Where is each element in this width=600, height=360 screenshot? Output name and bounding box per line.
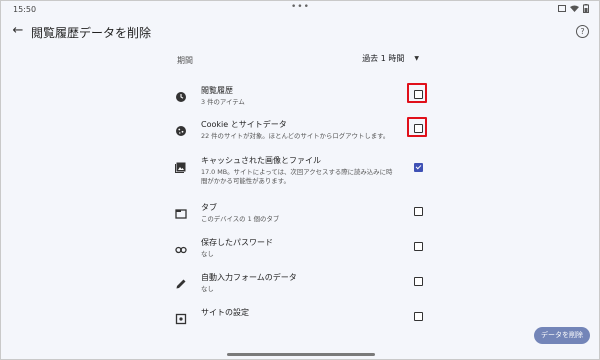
option-site-settings[interactable]: サイトの設定: [173, 307, 433, 341]
option-title: キャッシュされた画像とファイル: [201, 156, 321, 165]
dropdown-caret-icon: ▼: [414, 55, 419, 62]
option-text: 自動入力フォームのデータ なし: [201, 272, 397, 294]
cached-images-checkbox[interactable]: [414, 163, 423, 172]
time-range-value: 過去 1 時間: [362, 54, 405, 63]
option-subtitle: 17.0 MB。サイトによっては、次回アクセスする際に読み込みに時間がかかる可能…: [201, 168, 393, 185]
option-text: Cookie とサイトデータ 22 件のサイトが対象。ほとんどのサイトからログア…: [201, 119, 397, 141]
option-text: タブ このデバイスの 1 個のタブ: [201, 202, 397, 224]
settings-icon: [175, 313, 187, 325]
gesture-nav-bar[interactable]: [227, 353, 375, 356]
option-browsing-history[interactable]: 閲覧履歴 3 件のアイテム: [173, 83, 433, 119]
tabs-checkbox[interactable]: [414, 207, 423, 216]
option-tabs[interactable]: タブ このデバイスの 1 個のタブ: [173, 202, 433, 236]
status-bar: 15:50 •••: [1, 1, 599, 17]
page-title: 閲覧履歴データを削除: [31, 26, 152, 40]
option-text: 保存したパスワード なし: [201, 237, 397, 259]
option-saved-passwords[interactable]: 保存したパスワード なし: [173, 237, 433, 271]
option-subtitle: なし: [201, 250, 214, 258]
saved-passwords-checkbox[interactable]: [414, 242, 423, 251]
time-range-label: 期間: [177, 56, 193, 65]
option-title: サイトの設定: [201, 308, 249, 317]
option-cookies[interactable]: Cookie とサイトデータ 22 件のサイトが対象。ほとんどのサイトからログア…: [173, 117, 433, 153]
option-text: 閲覧履歴 3 件のアイテム: [201, 85, 397, 107]
system-icons: [558, 4, 589, 13]
back-arrow-icon[interactable]: ←: [10, 23, 26, 39]
option-title: 自動入力フォームのデータ: [201, 273, 297, 282]
delete-data-button[interactable]: データを削除: [534, 327, 590, 344]
option-subtitle: 3 件のアイテム: [201, 98, 245, 106]
site-settings-checkbox[interactable]: [414, 312, 423, 321]
screen: 15:50 ••• ← 閲覧履歴データを削除 ? 期間 過去 1 時間 ▼ 閲覧…: [0, 0, 600, 360]
option-subtitle: 22 件のサイトが対象。ほとんどのサイトからログアウトします。: [201, 132, 390, 140]
option-title: Cookie とサイトデータ: [201, 120, 287, 129]
browsing-history-checkbox[interactable]: [414, 90, 423, 99]
time-range-row: 期間 過去 1 時間 ▼: [177, 53, 427, 69]
tab-icon: [175, 209, 187, 219]
status-time: 15:50: [13, 5, 37, 14]
option-text: サイトの設定: [201, 307, 397, 318]
image-icon: [175, 162, 186, 173]
battery-icon: [583, 4, 589, 13]
option-title: 閲覧履歴: [201, 86, 233, 95]
time-range-dropdown[interactable]: 過去 1 時間 ▼: [362, 53, 419, 64]
cookies-checkbox[interactable]: [414, 124, 423, 133]
key-icon: [175, 246, 187, 254]
option-autofill[interactable]: 自動入力フォームのデータ なし: [173, 272, 433, 306]
option-title: 保存したパスワード: [201, 238, 273, 247]
help-icon[interactable]: ?: [576, 25, 589, 38]
app-bar: ← 閲覧履歴データを削除 ?: [1, 19, 599, 47]
wifi-icon: [570, 5, 579, 12]
option-subtitle: なし: [201, 285, 214, 293]
multitask-dots[interactable]: •••: [291, 2, 310, 12]
autofill-checkbox[interactable]: [414, 277, 423, 286]
option-cached-images[interactable]: キャッシュされた画像とファイル 17.0 MB。サイトによっては、次回アクセスす…: [173, 155, 433, 189]
cookie-icon: [176, 126, 186, 136]
option-title: タブ: [201, 203, 217, 212]
screenshot-icon: [558, 5, 566, 12]
clock-icon: [176, 92, 186, 102]
option-subtitle: このデバイスの 1 個のタブ: [201, 215, 280, 223]
option-text: キャッシュされた画像とファイル 17.0 MB。サイトによっては、次回アクセスす…: [201, 155, 397, 186]
pencil-icon: [176, 279, 186, 289]
